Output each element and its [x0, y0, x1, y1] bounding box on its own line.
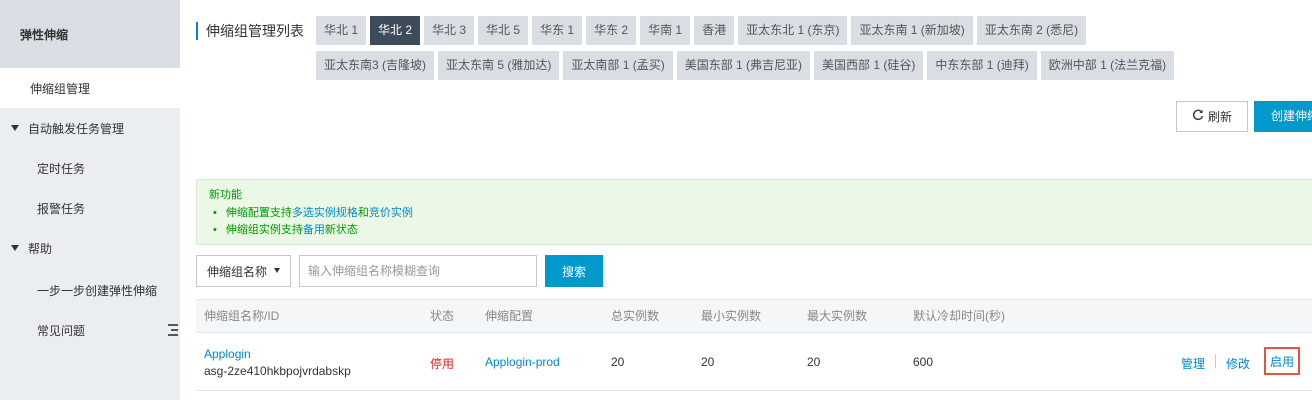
notice-link-multi-spec[interactable]: 多选实例规格	[292, 207, 358, 219]
column-header-min: 最小实例数	[701, 309, 762, 323]
max-instances: 20	[807, 355, 821, 369]
caret-down-icon	[11, 125, 19, 131]
sidebar-item-scheduled-tasks[interactable]: 定时任务	[0, 148, 180, 188]
notice-text: 伸缩组实例支持	[225, 224, 303, 236]
column-header-name: 伸缩组名称/ID	[204, 309, 280, 323]
column-header-max: 最大实例数	[807, 309, 868, 323]
chevron-down-icon	[274, 268, 280, 273]
cooldown-seconds: 600	[913, 355, 934, 369]
page-title: 伸缩组管理列表	[196, 22, 304, 40]
sidebar-item-alarm-tasks[interactable]: 报警任务	[0, 188, 180, 228]
region-tab[interactable]: 欧洲中部 1 (法兰克福)	[1040, 51, 1175, 80]
sidebar-item-scaling-groups[interactable]: 伸缩组管理	[0, 68, 180, 108]
refresh-label: 刷新	[1207, 110, 1232, 124]
notice-link-standby[interactable]: 备用	[303, 224, 325, 236]
sidebar-item-label: 常见问题	[37, 323, 86, 338]
region-tab[interactable]: 亚太南部 1 (孟买)	[563, 51, 673, 80]
search-field-select[interactable]: 伸缩组名称	[196, 255, 291, 287]
action-separator	[1215, 354, 1216, 368]
search-input[interactable]	[299, 255, 537, 287]
sidebar-item-help[interactable]: 帮助	[0, 228, 180, 268]
caret-down-icon	[11, 245, 19, 251]
table-row: Applogin asg-2ze410hkbpojvrdabskp 停用 App…	[196, 333, 1312, 391]
notice-item: 伸缩组实例支持备用新状态	[213, 222, 1312, 239]
region-tab[interactable]: 华北 1	[316, 16, 367, 45]
notice-item: 伸缩配置支持多选实例规格和竞价实例	[213, 205, 1312, 222]
sidebar: 弹性伸缩 伸缩组管理 自动触发任务管理 定时任务 报警任务 帮助 一步一步创建弹…	[0, 0, 180, 400]
region-tab[interactable]: 亚太东南 1 (新加坡)	[851, 16, 973, 45]
region-tab[interactable]: 华北 5	[478, 16, 529, 45]
status-badge: 停用	[430, 357, 455, 371]
collapse-sidebar-icon[interactable]	[168, 320, 180, 340]
region-tab[interactable]: 亚太东北 1 (东京)	[738, 16, 848, 45]
search-field-value: 伸缩组名称	[207, 264, 268, 279]
column-header-status: 状态	[430, 309, 455, 323]
sidebar-item-faq[interactable]: 常见问题	[0, 310, 180, 350]
column-header-cooldown: 默认冷却时间(秒)	[913, 309, 1005, 323]
region-tab[interactable]: 华东 2	[586, 16, 637, 45]
group-name-link[interactable]: Applogin	[204, 347, 251, 361]
region-tab[interactable]: 中东东部 1 (迪拜)	[927, 51, 1037, 80]
min-instances: 20	[701, 355, 715, 369]
region-tabs: 华北 1 华北 2 华北 3 华北 5 华东 1 华东 2 华南 1 香港 亚太…	[316, 16, 1206, 80]
group-id: asg-2ze410hkbpojvrdabskp	[204, 364, 351, 378]
region-tab[interactable]: 亚太东南 5 (雅加达)	[438, 51, 560, 80]
refresh-icon	[1192, 109, 1204, 124]
sidebar-item-label: 一步一步创建弹性伸缩	[37, 283, 158, 298]
sidebar-item-label: 定时任务	[37, 161, 86, 176]
region-tab[interactable]: 华北 3	[424, 16, 475, 45]
sidebar-item-label: 报警任务	[37, 201, 86, 216]
notice-text: 伸缩配置支持	[225, 207, 292, 219]
refresh-button[interactable]: 刷新	[1176, 101, 1248, 132]
region-tab[interactable]: 美国西部 1 (硅谷)	[814, 51, 924, 80]
sidebar-title: 弹性伸缩	[0, 0, 180, 68]
column-header-total: 总实例数	[611, 309, 660, 323]
notice-link-spot-instance[interactable]: 竞价实例	[369, 207, 413, 219]
region-tab-active[interactable]: 华北 2	[370, 16, 421, 45]
enable-link[interactable]: 启用	[1270, 353, 1294, 370]
search-button[interactable]: 搜索	[545, 255, 603, 287]
table-header: 伸缩组名称/ID 状态 伸缩配置 总实例数 最小实例数 最大实例数 默认冷却时间…	[196, 299, 1312, 333]
total-instances: 20	[611, 355, 625, 369]
region-tab[interactable]: 美国东部 1 (弗吉尼亚)	[676, 51, 811, 80]
sidebar-item-label: 伸缩组管理	[30, 81, 91, 96]
region-tab[interactable]: 香港	[694, 16, 735, 45]
config-link[interactable]: Applogin-prod	[485, 355, 560, 369]
sidebar-item-label: 帮助	[28, 241, 53, 256]
region-tab[interactable]: 华南 1	[640, 16, 691, 45]
sidebar-item-step-by-step[interactable]: 一步一步创建弹性伸缩	[0, 270, 180, 310]
sidebar-item-auto-tasks[interactable]: 自动触发任务管理	[0, 108, 180, 148]
edit-link[interactable]: 修改	[1226, 355, 1250, 372]
enable-button-highlight[interactable]: 启用	[1264, 347, 1300, 375]
region-tab[interactable]: 亚太东南3 (吉隆坡)	[316, 51, 435, 80]
notice-title: 新功能	[209, 189, 242, 201]
create-scaling-group-button[interactable]: 创建伸缩组	[1254, 101, 1312, 132]
sidebar-item-label: 自动触发任务管理	[28, 121, 125, 136]
new-feature-notice: 新功能 伸缩配置支持多选实例规格和竞价实例 伸缩组实例支持备用新状态	[196, 179, 1312, 245]
region-tab[interactable]: 亚太东南 2 (悉尼)	[976, 16, 1087, 45]
notice-text: 和	[357, 207, 369, 219]
column-header-config: 伸缩配置	[485, 309, 534, 323]
region-tab[interactable]: 华东 1	[532, 16, 583, 45]
notice-text: 新状态	[324, 224, 358, 236]
manage-link[interactable]: 管理	[1181, 355, 1205, 372]
